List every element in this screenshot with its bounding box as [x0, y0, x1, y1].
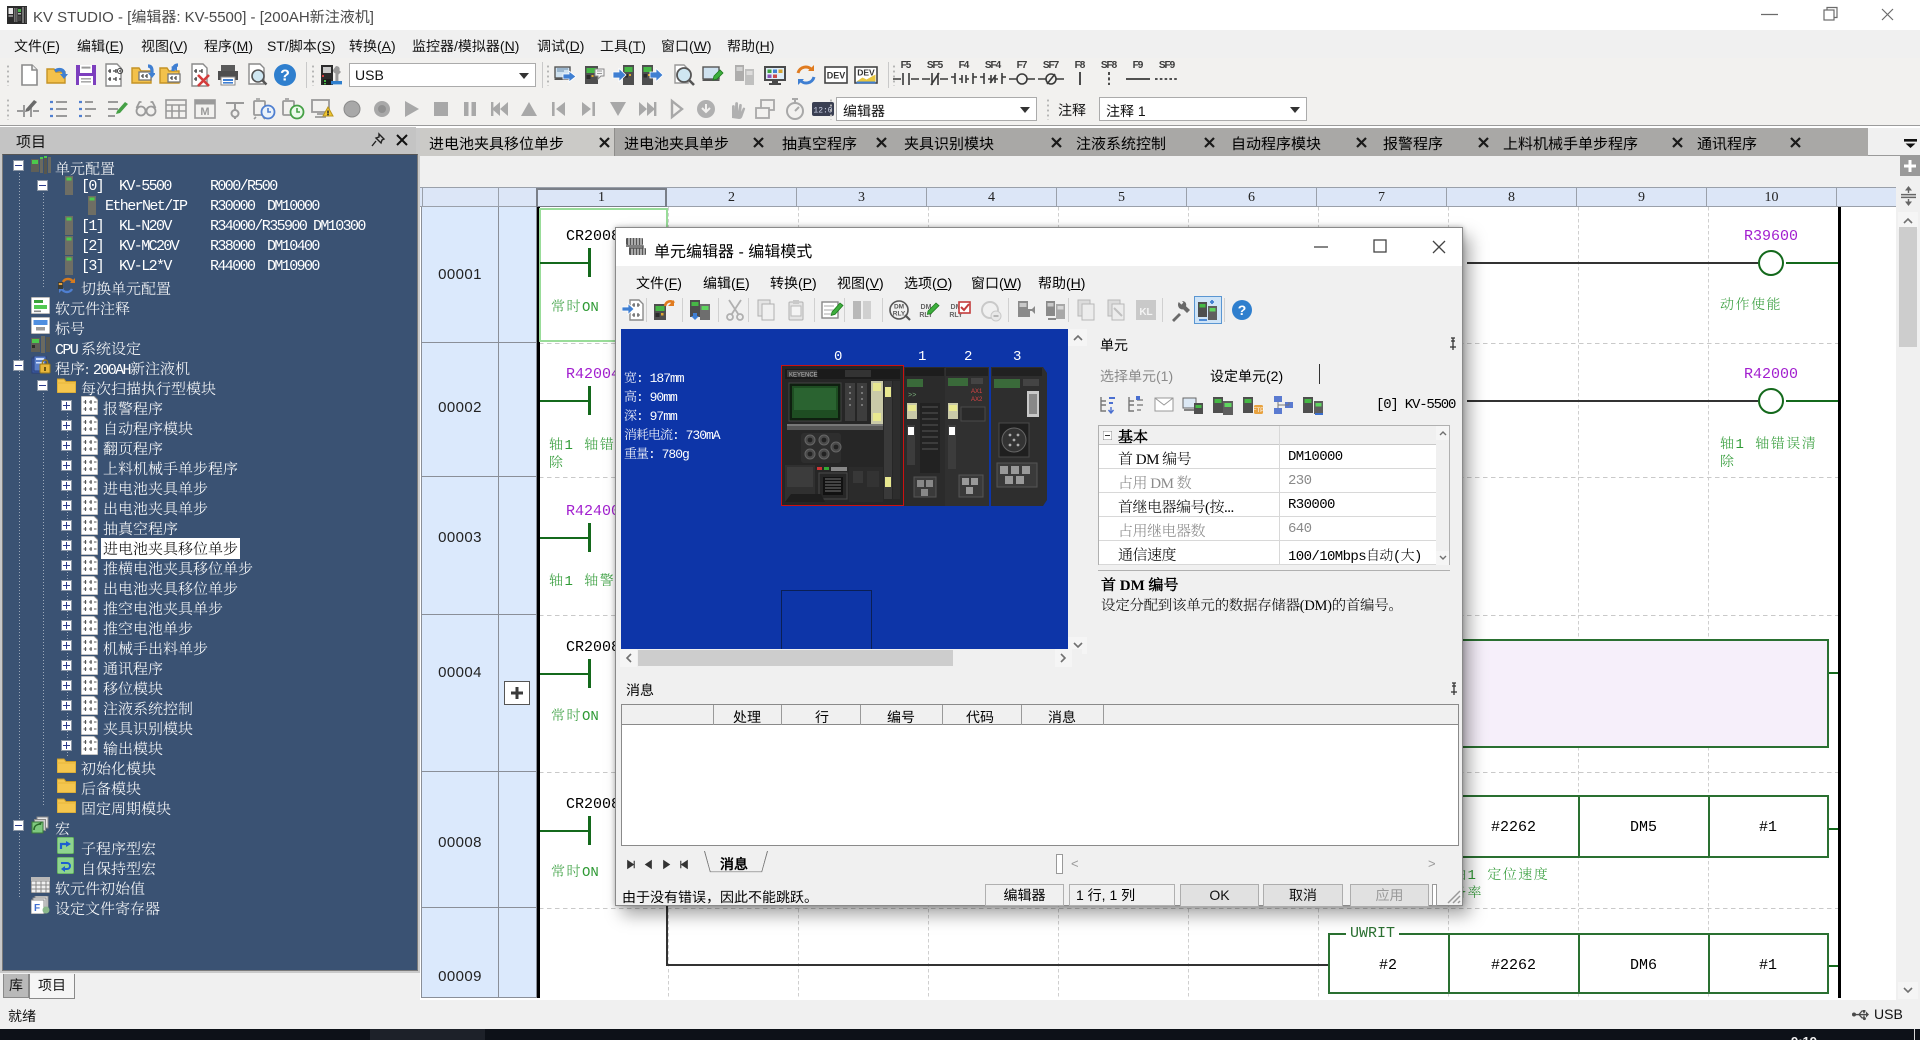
- svg-text:KEYENCE: KEYENCE: [789, 373, 818, 379]
- svg-text:RLY: RLY: [893, 311, 906, 318]
- svg-text:F: F: [34, 903, 40, 914]
- svg-text:DEV: DEV: [857, 68, 875, 78]
- svg-text:?: ?: [280, 68, 290, 85]
- svg-text:KL: KL: [1139, 307, 1152, 318]
- svg-text:DM: DM: [894, 304, 904, 311]
- svg-text:AX1: AX1: [971, 389, 983, 395]
- svg-text:FTP: FTP: [1253, 408, 1264, 414]
- svg-text:?: ?: [1238, 302, 1247, 318]
- svg-text:DEV: DEV: [827, 71, 846, 81]
- svg-text:AX2: AX2: [971, 397, 983, 403]
- svg-text:>>: >>: [908, 392, 916, 400]
- svg-text:M: M: [200, 106, 209, 118]
